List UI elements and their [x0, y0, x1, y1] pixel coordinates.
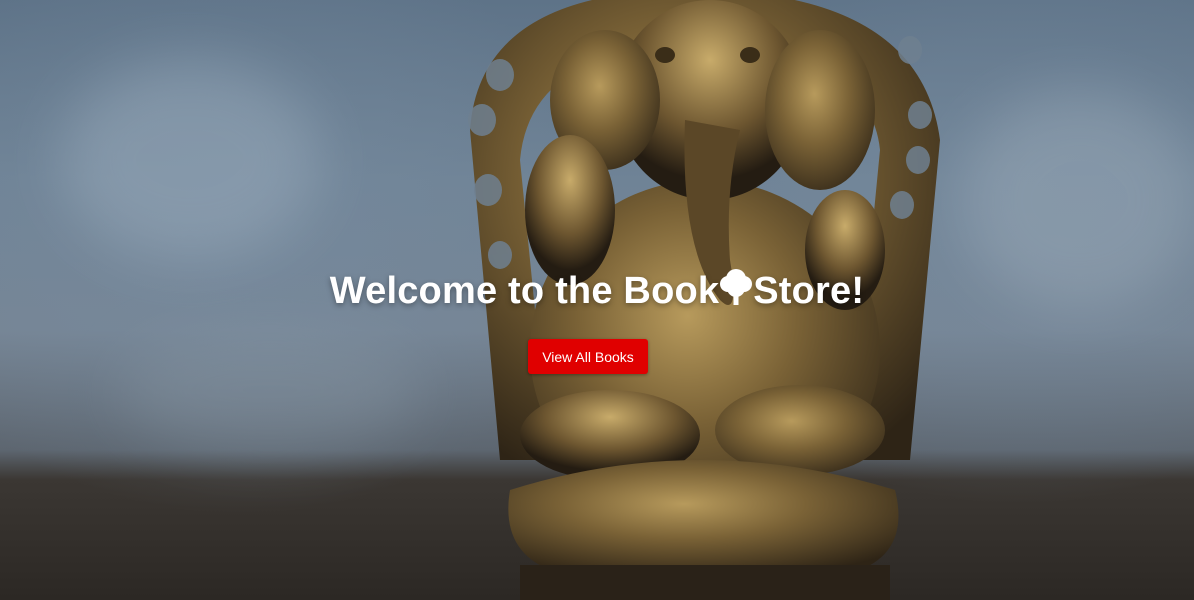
hero-banner: Welcome to the Book Store! View All Books	[0, 0, 1194, 600]
title-text-start: Welcome to the Book	[329, 270, 720, 312]
title-text-end: Store!	[753, 270, 865, 312]
tree-icon	[719, 267, 753, 307]
page-title: Welcome to the Book Store!	[0, 266, 1194, 316]
view-all-books-button[interactable]: View All Books	[528, 339, 648, 374]
hero-content: Welcome to the Book Store! View All Books	[0, 0, 1194, 600]
